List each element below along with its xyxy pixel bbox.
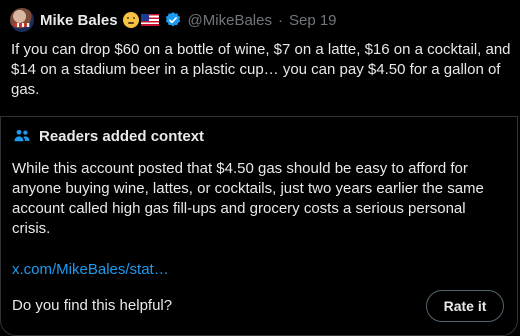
- community-note: Readers added context While this account…: [0, 116, 518, 336]
- source-link[interactable]: x.com/MikeBales/stat…: [12, 261, 169, 278]
- helpful-question: Do you find this helpful?: [12, 297, 173, 314]
- post-date[interactable]: Sep 19: [289, 12, 337, 29]
- community-note-text: While this account posted that $4.50 gas…: [12, 160, 484, 237]
- dot-separator: ·: [277, 11, 283, 29]
- tweet-card: Mike Bales @MikeBales · Sep 19 If you ca…: [0, 0, 520, 336]
- rate-it-button[interactable]: Rate it: [426, 290, 504, 322]
- avatar[interactable]: [10, 8, 34, 32]
- post-text: If you can drop $60 on a bottle of wine,…: [11, 41, 511, 98]
- author-handle[interactable]: @MikeBales: [188, 12, 272, 29]
- author-name[interactable]: Mike Bales: [40, 12, 118, 29]
- us-flag-icon: [140, 14, 159, 26]
- verified-badge-icon[interactable]: [164, 11, 182, 29]
- tweet-header: Mike Bales @MikeBales · Sep 19: [10, 8, 337, 32]
- saluting-face-icon: [122, 12, 139, 28]
- community-note-header: Readers added context: [13, 127, 204, 145]
- community-note-title: Readers added context: [39, 127, 205, 145]
- people-icon: [14, 129, 30, 142]
